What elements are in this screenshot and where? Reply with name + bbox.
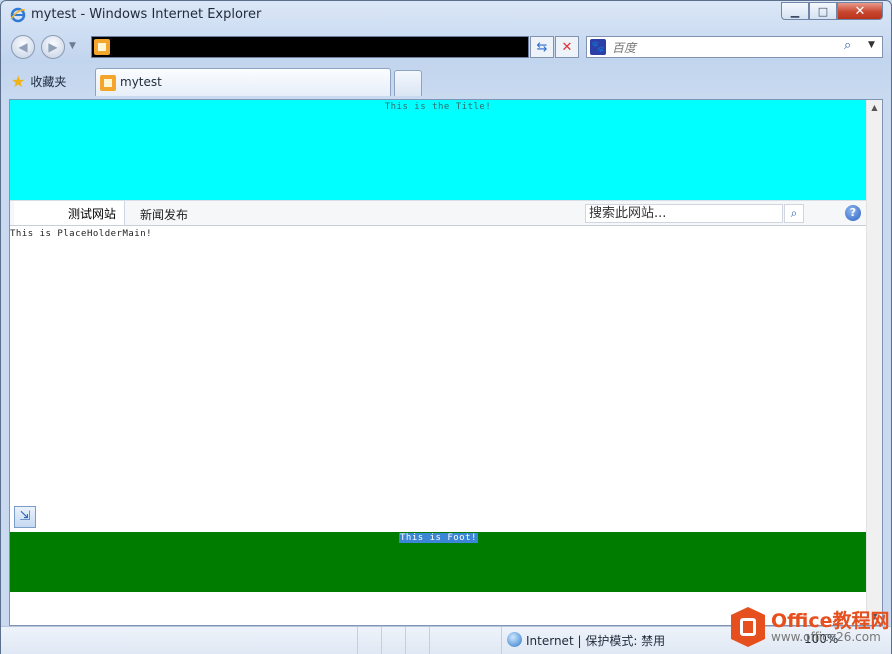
status-divider (429, 627, 430, 654)
site-search-input[interactable]: 搜索此网站... (585, 204, 783, 223)
ie-logo-icon (10, 7, 26, 23)
main-placeholder-text: This is PlaceHolderMain! (10, 229, 153, 239)
recent-pages-dropdown-icon[interactable]: ▼ (69, 41, 76, 51)
watermark: Office教程网 www.office26.com (731, 606, 890, 650)
expand-icon[interactable]: ⇲ (14, 506, 36, 528)
window-title: mytest - Windows Internet Explorer (31, 7, 262, 22)
search-box[interactable]: 🐾 百度 ⌕ ▼ (586, 36, 883, 58)
maximize-button[interactable]: □ (809, 2, 837, 20)
site-favicon-icon (94, 39, 110, 55)
status-divider (501, 627, 502, 654)
nav-item-test-site[interactable]: 测试网站 (14, 201, 125, 225)
site-search-icon[interactable]: ⌕ (784, 204, 804, 223)
search-options-dropdown-icon[interactable]: ▼ (868, 40, 875, 50)
vertical-scrollbar[interactable]: ▲ ▼ (866, 100, 882, 625)
tab-label: mytest (120, 75, 162, 89)
navigation-bar: ◀ ▶ ▼ ⇆ ✕ 🐾 百度 ⌕ ▼ (1, 31, 891, 65)
close-button[interactable]: ✕ (837, 2, 883, 20)
stop-button[interactable]: ✕ (555, 36, 579, 58)
refresh-button[interactable]: ⇆ (530, 36, 554, 58)
status-divider (357, 627, 358, 654)
minimize-button[interactable]: ▁ (781, 2, 809, 20)
office-logo-icon (731, 607, 765, 647)
favorites-tab-bar: ★ 收藏夹 mytest (1, 65, 891, 99)
status-divider (381, 627, 382, 654)
page-header-band: This is the Title! (10, 100, 866, 200)
page-title: This is the Title! (384, 102, 492, 112)
page-footer-band: This is Foot! (10, 532, 866, 592)
search-go-icon[interactable]: ⌕ (844, 38, 851, 53)
star-icon: ★ (11, 71, 26, 91)
site-navigation: 测试网站 新闻发布 搜索此网站... ⌕ ? (10, 200, 866, 226)
status-divider (405, 627, 406, 654)
tab-mytest[interactable]: mytest (95, 68, 391, 96)
title-bar: mytest - Windows Internet Explorer ▁ □ ✕ (1, 1, 891, 31)
help-icon[interactable]: ? (845, 205, 861, 221)
baidu-provider-icon: 🐾 (590, 39, 606, 55)
back-button[interactable]: ◀ (11, 35, 35, 59)
watermark-name: Office教程网 (771, 610, 890, 632)
favorites-button[interactable]: ★ 收藏夹 (11, 69, 66, 93)
favorites-label: 收藏夹 (30, 74, 67, 89)
window-controls: ▁ □ ✕ (781, 2, 883, 20)
watermark-url: www.office26.com (771, 630, 881, 644)
tab-favicon-icon (100, 75, 116, 91)
scroll-up-icon[interactable]: ▲ (867, 100, 882, 116)
new-tab-button[interactable] (394, 70, 422, 96)
internet-zone-globe-icon (507, 632, 522, 647)
address-bar[interactable] (91, 36, 529, 58)
footer-text: This is Foot! (399, 533, 478, 543)
page-viewport: This is the Title! 测试网站 新闻发布 搜索此网站... ⌕ … (9, 99, 883, 626)
search-placeholder: 百度 (612, 41, 637, 55)
nav-item-news[interactable]: 新闻发布 (140, 206, 188, 223)
browser-window: mytest - Windows Internet Explorer ▁ □ ✕… (0, 0, 892, 654)
forward-button[interactable]: ▶ (41, 35, 65, 59)
security-zone-text[interactable]: Internet | 保护模式: 禁用 (526, 632, 665, 649)
